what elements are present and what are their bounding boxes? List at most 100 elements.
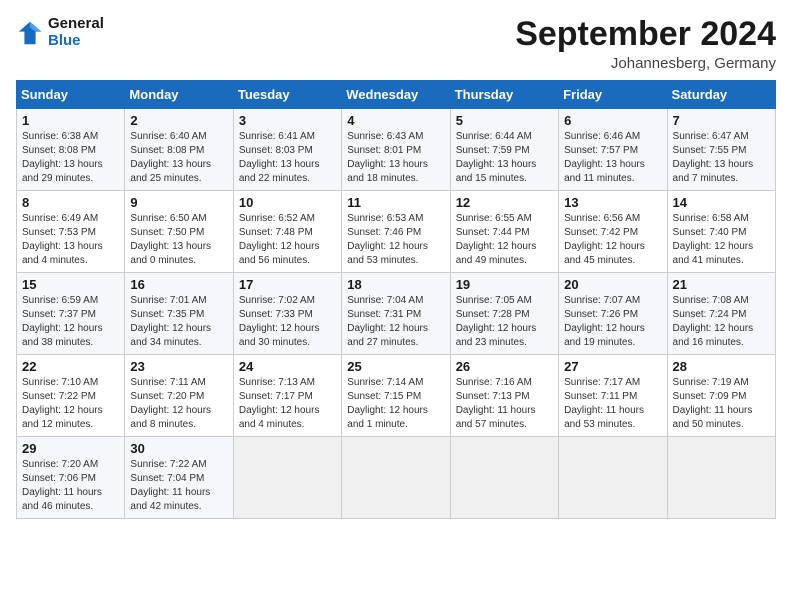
calendar-cell: 25 Sunrise: 7:14 AMSunset: 7:15 PMDaylig… [342,355,450,437]
calendar-cell: 10 Sunrise: 6:52 AMSunset: 7:48 PMDaylig… [233,191,341,273]
day-number: 1 [22,113,119,128]
calendar-cell: 8 Sunrise: 6:49 AMSunset: 7:53 PMDayligh… [17,191,125,273]
day-number: 22 [22,359,119,374]
day-number: 17 [239,277,336,292]
day-number: 29 [22,441,119,456]
day-number: 8 [22,195,119,210]
day-info: Sunrise: 7:20 AMSunset: 7:06 PMDaylight:… [22,458,119,514]
day-info: Sunrise: 7:11 AMSunset: 7:20 PMDaylight:… [130,376,227,432]
day-number: 9 [130,195,227,210]
day-number: 26 [456,359,553,374]
calendar-cell: 22 Sunrise: 7:10 AMSunset: 7:22 PMDaylig… [17,355,125,437]
title-block: September 2024 Johannesberg, Germany [515,16,776,72]
day-number: 7 [673,113,770,128]
calendar-week-0: 1 Sunrise: 6:38 AMSunset: 8:08 PMDayligh… [17,109,776,191]
calendar-cell: 20 Sunrise: 7:07 AMSunset: 7:26 PMDaylig… [559,273,667,355]
calendar-cell: 21 Sunrise: 7:08 AMSunset: 7:24 PMDaylig… [667,273,775,355]
calendar-cell: 29 Sunrise: 7:20 AMSunset: 7:06 PMDaylig… [17,437,125,519]
day-info: Sunrise: 6:44 AMSunset: 7:59 PMDaylight:… [456,130,553,186]
day-number: 25 [347,359,444,374]
day-number: 23 [130,359,227,374]
day-info: Sunrise: 7:08 AMSunset: 7:24 PMDaylight:… [673,294,770,350]
day-number: 15 [22,277,119,292]
day-number: 24 [239,359,336,374]
day-number: 2 [130,113,227,128]
calendar-cell [559,437,667,519]
logo: General Blue [16,16,104,49]
day-info: Sunrise: 6:55 AMSunset: 7:44 PMDaylight:… [456,212,553,268]
day-number: 12 [456,195,553,210]
day-info: Sunrise: 6:38 AMSunset: 8:08 PMDaylight:… [22,130,119,186]
day-info: Sunrise: 7:10 AMSunset: 7:22 PMDaylight:… [22,376,119,432]
day-info: Sunrise: 7:16 AMSunset: 7:13 PMDaylight:… [456,376,553,432]
day-info: Sunrise: 7:05 AMSunset: 7:28 PMDaylight:… [456,294,553,350]
calendar-cell: 27 Sunrise: 7:17 AMSunset: 7:11 PMDaylig… [559,355,667,437]
day-info: Sunrise: 7:14 AMSunset: 7:15 PMDaylight:… [347,376,444,432]
weekday-tuesday: Tuesday [233,81,341,109]
calendar-cell: 4 Sunrise: 6:43 AMSunset: 8:01 PMDayligh… [342,109,450,191]
day-number: 28 [673,359,770,374]
calendar-cell: 6 Sunrise: 6:46 AMSunset: 7:57 PMDayligh… [559,109,667,191]
calendar-cell: 18 Sunrise: 7:04 AMSunset: 7:31 PMDaylig… [342,273,450,355]
page-header: General Blue September 2024 Johannesberg… [16,16,776,72]
day-number: 5 [456,113,553,128]
day-info: Sunrise: 6:43 AMSunset: 8:01 PMDaylight:… [347,130,444,186]
logo-icon [16,19,44,47]
day-info: Sunrise: 7:01 AMSunset: 7:35 PMDaylight:… [130,294,227,350]
day-number: 30 [130,441,227,456]
calendar-week-3: 22 Sunrise: 7:10 AMSunset: 7:22 PMDaylig… [17,355,776,437]
weekday-thursday: Thursday [450,81,558,109]
calendar-cell [342,437,450,519]
weekday-wednesday: Wednesday [342,81,450,109]
calendar-cell: 2 Sunrise: 6:40 AMSunset: 8:08 PMDayligh… [125,109,233,191]
calendar-body: 1 Sunrise: 6:38 AMSunset: 8:08 PMDayligh… [17,109,776,519]
day-info: Sunrise: 6:50 AMSunset: 7:50 PMDaylight:… [130,212,227,268]
day-info: Sunrise: 6:49 AMSunset: 7:53 PMDaylight:… [22,212,119,268]
calendar-cell: 24 Sunrise: 7:13 AMSunset: 7:17 PMDaylig… [233,355,341,437]
day-info: Sunrise: 7:22 AMSunset: 7:04 PMDaylight:… [130,458,227,514]
calendar-cell: 12 Sunrise: 6:55 AMSunset: 7:44 PMDaylig… [450,191,558,273]
calendar-cell: 30 Sunrise: 7:22 AMSunset: 7:04 PMDaylig… [125,437,233,519]
calendar-week-4: 29 Sunrise: 7:20 AMSunset: 7:06 PMDaylig… [17,437,776,519]
calendar-cell: 13 Sunrise: 6:56 AMSunset: 7:42 PMDaylig… [559,191,667,273]
weekday-friday: Friday [559,81,667,109]
day-info: Sunrise: 6:40 AMSunset: 8:08 PMDaylight:… [130,130,227,186]
day-info: Sunrise: 7:07 AMSunset: 7:26 PMDaylight:… [564,294,661,350]
day-number: 4 [347,113,444,128]
day-number: 20 [564,277,661,292]
calendar-cell: 14 Sunrise: 6:58 AMSunset: 7:40 PMDaylig… [667,191,775,273]
day-info: Sunrise: 7:13 AMSunset: 7:17 PMDaylight:… [239,376,336,432]
calendar-cell: 28 Sunrise: 7:19 AMSunset: 7:09 PMDaylig… [667,355,775,437]
calendar-week-1: 8 Sunrise: 6:49 AMSunset: 7:53 PMDayligh… [17,191,776,273]
calendar-week-2: 15 Sunrise: 6:59 AMSunset: 7:37 PMDaylig… [17,273,776,355]
weekday-sunday: Sunday [17,81,125,109]
day-info: Sunrise: 7:02 AMSunset: 7:33 PMDaylight:… [239,294,336,350]
day-number: 21 [673,277,770,292]
calendar-cell: 5 Sunrise: 6:44 AMSunset: 7:59 PMDayligh… [450,109,558,191]
day-number: 10 [239,195,336,210]
day-number: 13 [564,195,661,210]
day-number: 27 [564,359,661,374]
day-info: Sunrise: 7:19 AMSunset: 7:09 PMDaylight:… [673,376,770,432]
day-info: Sunrise: 6:41 AMSunset: 8:03 PMDaylight:… [239,130,336,186]
calendar-cell: 23 Sunrise: 7:11 AMSunset: 7:20 PMDaylig… [125,355,233,437]
day-number: 6 [564,113,661,128]
day-info: Sunrise: 6:47 AMSunset: 7:55 PMDaylight:… [673,130,770,186]
calendar-cell: 7 Sunrise: 6:47 AMSunset: 7:55 PMDayligh… [667,109,775,191]
calendar-subtitle: Johannesberg, Germany [515,55,776,72]
day-number: 18 [347,277,444,292]
day-number: 3 [239,113,336,128]
day-info: Sunrise: 6:59 AMSunset: 7:37 PMDaylight:… [22,294,119,350]
day-info: Sunrise: 6:53 AMSunset: 7:46 PMDaylight:… [347,212,444,268]
calendar-cell [450,437,558,519]
day-number: 14 [673,195,770,210]
day-number: 11 [347,195,444,210]
weekday-monday: Monday [125,81,233,109]
day-number: 16 [130,277,227,292]
day-number: 19 [456,277,553,292]
calendar-title: September 2024 [515,16,776,53]
day-info: Sunrise: 6:58 AMSunset: 7:40 PMDaylight:… [673,212,770,268]
weekday-saturday: Saturday [667,81,775,109]
day-info: Sunrise: 6:56 AMSunset: 7:42 PMDaylight:… [564,212,661,268]
calendar-cell [233,437,341,519]
